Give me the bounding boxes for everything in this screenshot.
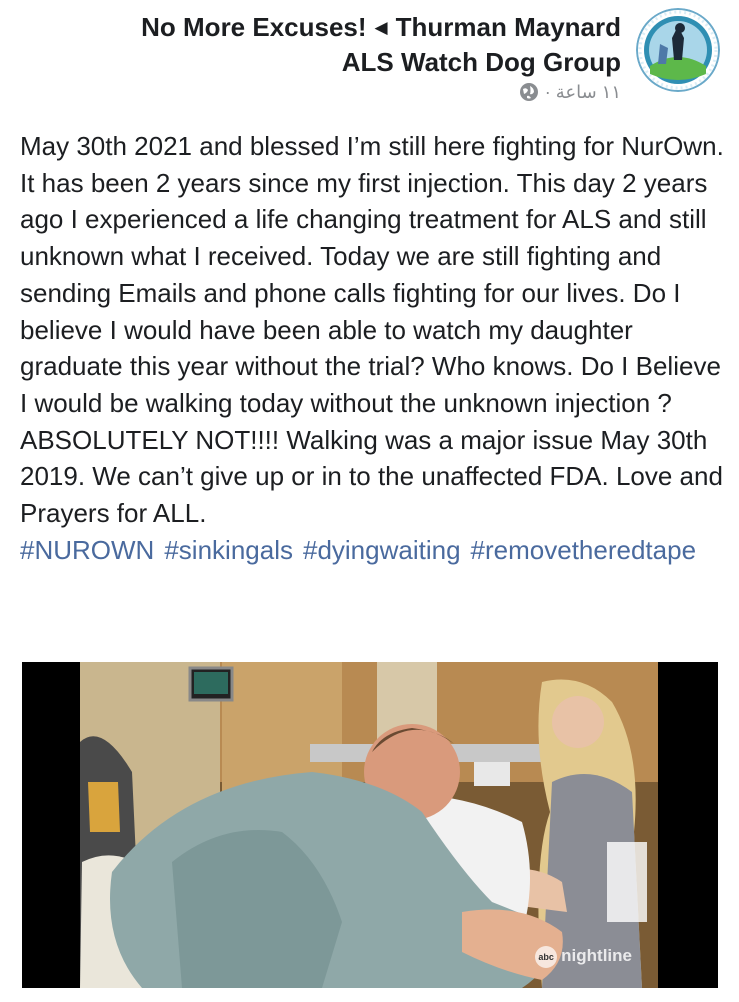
shared-arrow-icon: ◀ [374, 18, 388, 37]
post-message: May 30th 2021 and blessed I’m still here… [20, 131, 724, 529]
post-photo[interactable]: abc nightline [22, 662, 718, 988]
abc-logo-icon: abc [535, 946, 558, 968]
post-header-text: No More Excuses! ◀ Thurman Maynard ALS Wat… [141, 10, 621, 105]
watermark-text: nightline [561, 946, 632, 965]
post-body: May 30th 2021 and blessed I’m still here… [20, 128, 730, 568]
group-name-line[interactable]: ALS Watch Dog Group [141, 45, 621, 79]
header-title-line: No More Excuses! ◀ Thurman Maynard [141, 10, 621, 45]
hashtag-link[interactable]: #removetheredtape [471, 535, 696, 565]
hashtag-link[interactable]: #NUROWN [20, 535, 154, 565]
hashtag-link[interactable]: #sinkingals [164, 535, 293, 565]
nightline-watermark: abc nightline [535, 946, 632, 968]
globe-icon [519, 82, 539, 102]
hashtag-list: #NUROWN #sinkingals #dyingwaiting #removeth… [20, 535, 706, 565]
group-avatar[interactable] [636, 8, 720, 92]
hashtag-link[interactable]: #dyingwaiting [303, 535, 461, 565]
group-name-link[interactable]: No More Excuses! [141, 12, 366, 42]
post-meta: ١١ ساعة · [141, 79, 621, 105]
hospital-scene-image [22, 662, 718, 988]
post-header: No More Excuses! ◀ Thurman Maynard ALS Wat… [0, 0, 739, 115]
author-name-link[interactable]: Thurman Maynard [396, 12, 621, 42]
post-timestamp[interactable]: ١١ ساعة · [545, 79, 621, 105]
